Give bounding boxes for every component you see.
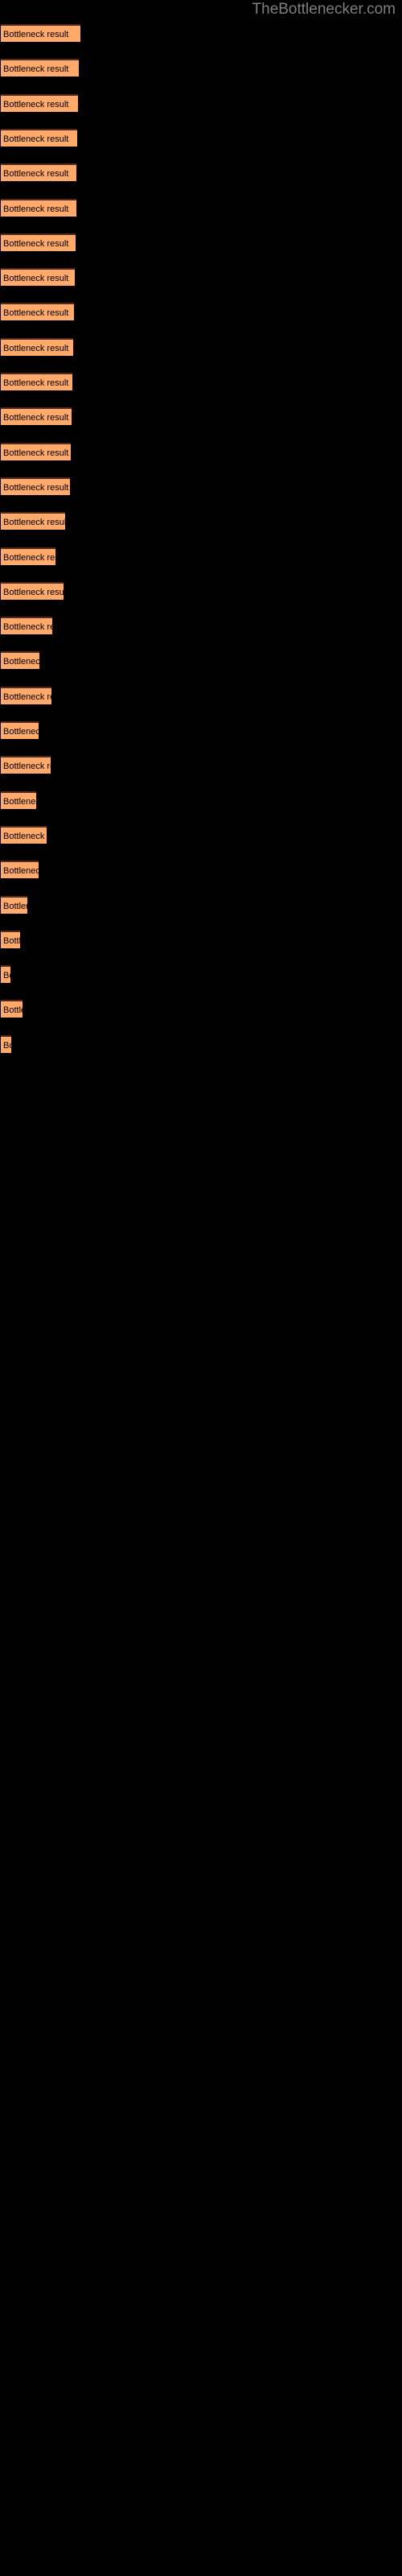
bar-20[interactable]: Bottleneck result: [1, 686, 51, 704]
bar-11[interactable]: Bottleneck result: [1, 373, 72, 390]
bar-label: Bottleneck result: [3, 587, 64, 597]
bar-label: Bottleneck result: [3, 901, 27, 911]
bar-8[interactable]: Bottleneck result: [1, 268, 75, 287]
bar-label: Bottleneck result: [3, 935, 20, 946]
bar-label: Bottleneck result: [3, 657, 39, 667]
bar-27[interactable]: Bottleneck result: [1, 930, 20, 948]
bar-14[interactable]: Bottleneck result: [1, 477, 70, 495]
bar-10[interactable]: Bottleneck result: [1, 337, 73, 356]
bar-3[interactable]: Bottleneck result: [1, 93, 78, 112]
bar-label: Bottleneck result: [3, 622, 52, 633]
bar-2[interactable]: Bottleneck result: [1, 59, 79, 77]
bar-label: Bottleneck result: [3, 274, 69, 284]
bar-30[interactable]: Bottleneck result: [1, 1034, 11, 1053]
bar-28[interactable]: Bottleneck result: [1, 965, 10, 984]
bar-6[interactable]: Bottleneck result: [1, 198, 76, 217]
bar-label: Bottleneck result: [3, 518, 65, 528]
bar-5[interactable]: Bottleneck result: [1, 163, 76, 182]
bar-label: Bottleneck result: [3, 1005, 23, 1016]
bar-label: Bottleneck result: [3, 134, 69, 144]
bar-22[interactable]: Bottleneck result: [1, 756, 51, 774]
bar-16[interactable]: Bottleneck result: [1, 547, 55, 565]
bar-label: Bottleneck result: [3, 552, 55, 563]
bar-label: Bottleneck result: [3, 691, 51, 702]
bar-1[interactable]: Bottleneck result: [1, 24, 80, 42]
bar-12[interactable]: Bottleneck result: [1, 407, 72, 426]
bar-21[interactable]: Bottleneck result: [1, 721, 39, 739]
bar-19[interactable]: Bottleneck result: [1, 651, 39, 670]
bottleneck-bar-chart: TheBottlenecker.com Bottleneck result Bot…: [0, 0, 402, 2576]
bar-label: Bottleneck result: [3, 238, 69, 249]
bar-series: Bottleneck result Bottleneck result Bottle…: [0, 0, 402, 2576]
bar-25[interactable]: Bottleneck result: [1, 861, 39, 879]
bar-label: Bottleneck result: [3, 1040, 11, 1051]
bar-29[interactable]: Bottleneck result: [1, 1000, 23, 1018]
bar-label: Bottleneck result: [3, 971, 10, 981]
bar-label: Bottleneck result: [3, 99, 69, 109]
bar-label: Bottleneck result: [3, 762, 51, 772]
bar-4[interactable]: Bottleneck result: [1, 128, 77, 147]
bar-label: Bottleneck result: [3, 343, 69, 353]
bar-26[interactable]: Bottleneck result: [1, 895, 27, 914]
bar-label: Bottleneck result: [3, 448, 69, 458]
bar-9[interactable]: Bottleneck result: [1, 303, 74, 321]
bar-label: Bottleneck result: [3, 378, 69, 388]
bar-24[interactable]: Bottleneck result: [1, 825, 47, 844]
bar-label: Bottleneck result: [3, 30, 69, 39]
bar-label: Bottleneck result: [3, 727, 39, 737]
bar-label: Bottleneck result: [3, 413, 69, 423]
bar-label: Bottleneck result: [3, 831, 47, 841]
bar-label: Bottleneck result: [3, 796, 36, 807]
bar-15[interactable]: Bottleneck result: [1, 512, 65, 530]
bar-18[interactable]: Bottleneck result: [1, 617, 52, 635]
bar-label: Bottleneck result: [3, 169, 69, 180]
bar-label: Bottleneck result: [3, 64, 69, 75]
bar-23[interactable]: Bottleneck result: [1, 791, 36, 809]
bar-7[interactable]: Bottleneck result: [1, 233, 76, 251]
bar-label: Bottleneck result: [3, 308, 69, 319]
bar-13[interactable]: Bottleneck result: [1, 442, 71, 460]
bar-label: Bottleneck result: [3, 482, 69, 493]
bar-label: Bottleneck result: [3, 866, 39, 877]
bar-label: Bottleneck result: [3, 204, 69, 214]
bar-17[interactable]: Bottleneck result: [1, 581, 64, 600]
